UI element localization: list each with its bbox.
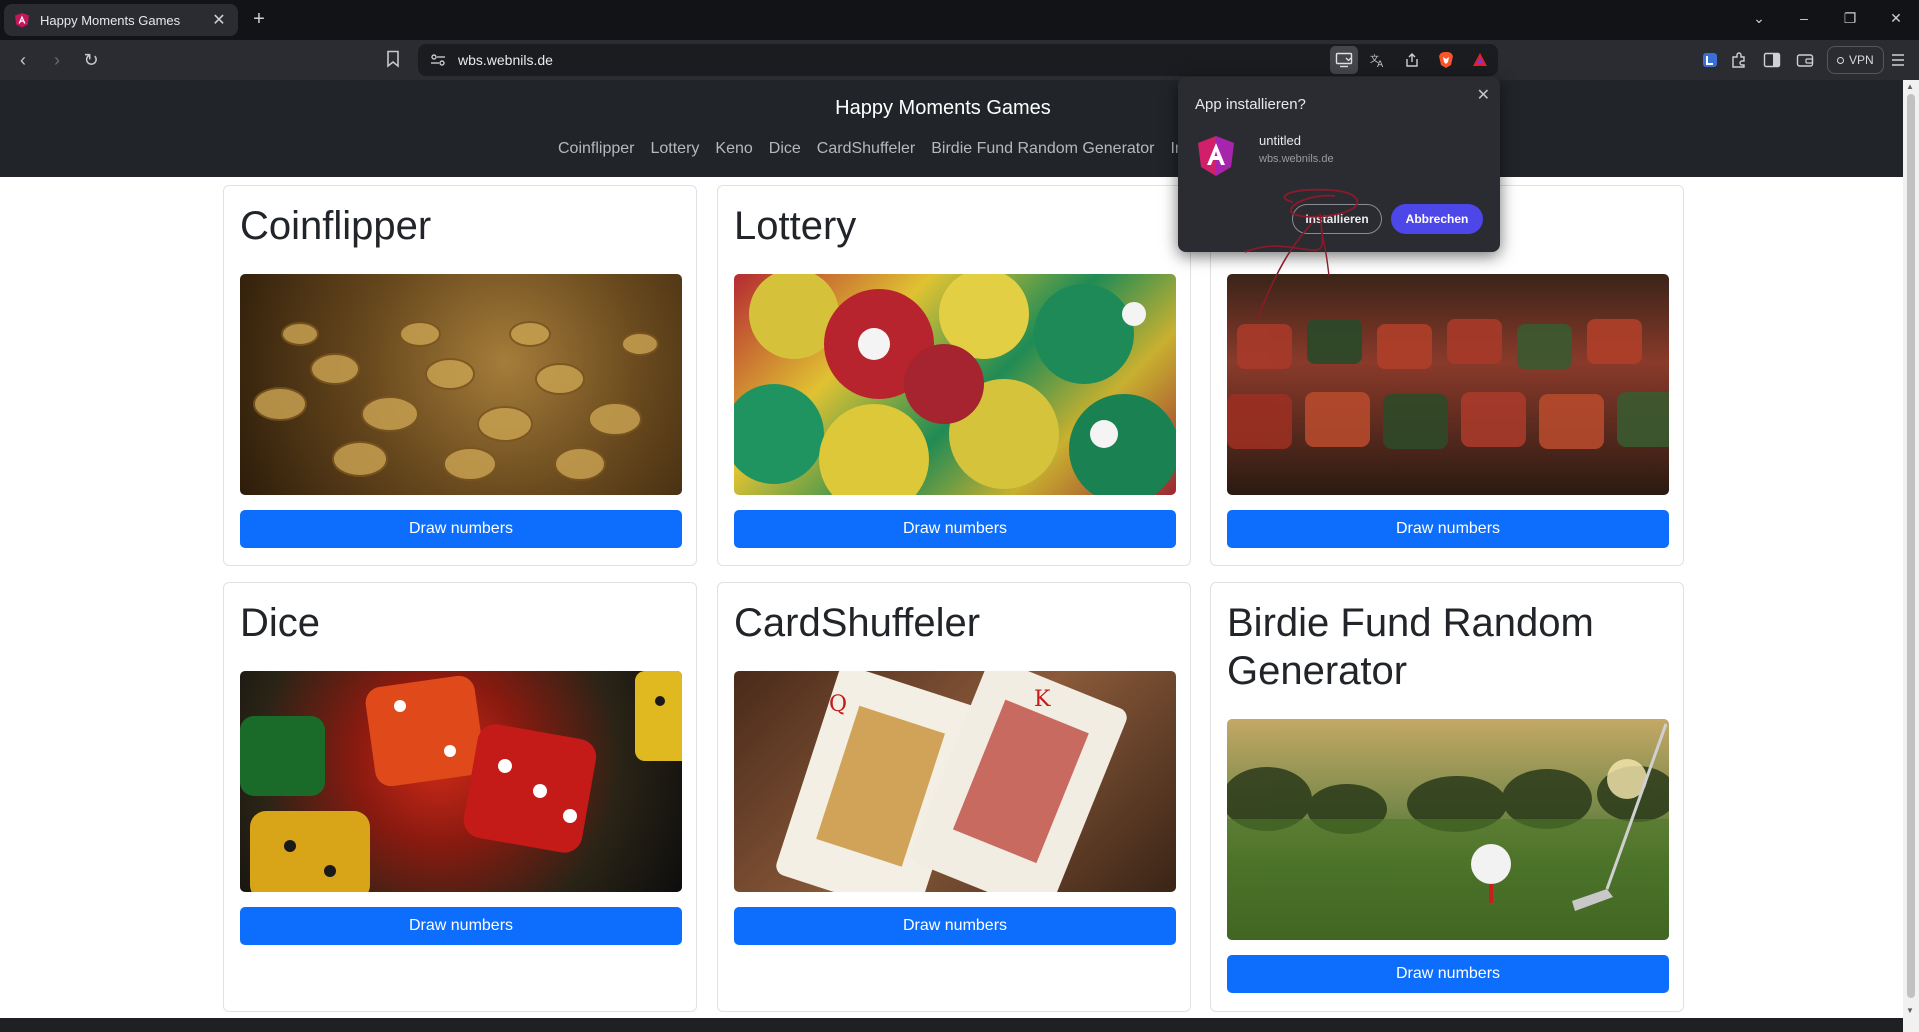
app-logo-icon (1198, 136, 1234, 176)
nav-link-dice[interactable]: Dice (769, 140, 801, 158)
svg-text:K: K (1034, 687, 1051, 712)
site-header: Happy Moments Games Coinflipper Lottery … (0, 80, 1903, 177)
minimize-icon[interactable]: – (1794, 10, 1814, 26)
draw-numbers-button[interactable]: Draw numbers (734, 510, 1176, 548)
app-name: untitled (1259, 133, 1301, 148)
card-title: Birdie Fund Random Generator (1227, 601, 1594, 693)
vpn-button[interactable]: VPN (1827, 46, 1884, 74)
brave-rewards-icon[interactable] (1466, 46, 1494, 74)
site-info-icon[interactable] (430, 53, 446, 67)
wallet-icon[interactable] (1794, 49, 1816, 71)
vpn-status-icon (1837, 56, 1844, 64)
draw-numbers-button[interactable]: Draw numbers (1227, 955, 1669, 993)
game-card-coinflipper: Coinflipper Draw numbers (223, 185, 697, 566)
angular-favicon-icon (15, 13, 29, 28)
svg-text:A: A (1377, 60, 1384, 68)
address-bar-actions: 文A (1330, 46, 1498, 74)
card-image-golf (1227, 719, 1669, 940)
site-nav: Coinflipper Lottery Keno Dice CardShuffe… (558, 140, 1188, 158)
vpn-label: VPN (1849, 53, 1874, 67)
draw-numbers-button[interactable]: Draw numbers (734, 907, 1176, 945)
page-scrollbar[interactable]: ▲ ▼ (1903, 80, 1919, 1018)
install-app-icon[interactable] (1330, 46, 1358, 74)
extension-badge-icon[interactable] (1699, 49, 1721, 71)
game-card-dice: Dice Draw numbers (223, 582, 697, 1012)
app-url: wbs.webnils.de (1259, 153, 1334, 165)
address-bar[interactable]: wbs.webnils.de 文A (418, 44, 1498, 76)
browser-window: Happy Moments Games ✕ + ⌄ – ❐ ✕ ‹ › ↻ wb… (0, 0, 1919, 1032)
card-image-coins (240, 274, 682, 495)
install-dialog-title: App installieren? (1195, 96, 1306, 113)
tab-title: Happy Moments Games (40, 12, 181, 28)
tab-close-icon[interactable]: ✕ (210, 10, 228, 30)
page-viewport: Happy Moments Games Coinflipper Lottery … (0, 80, 1903, 1018)
nav-link-cardshuffeler[interactable]: CardShuffeler (817, 140, 915, 158)
annotation-circle-mark (1244, 188, 1359, 321)
card-image-lottery-balls (734, 274, 1176, 495)
game-card-birdie-fund: Birdie Fund Random Generator Draw number… (1210, 582, 1684, 1012)
tab-search-chevron-icon[interactable]: ⌄ (1749, 10, 1769, 27)
close-window-icon[interactable]: ✕ (1886, 10, 1906, 27)
reload-icon[interactable]: ↻ (79, 49, 103, 71)
game-card-cardshuffeler: CardShuffeler Q K Draw numbers (717, 582, 1191, 1012)
draw-numbers-button[interactable]: Draw numbers (240, 510, 682, 548)
new-tab-icon[interactable]: + (248, 8, 270, 30)
scrollbar-thumb[interactable] (1907, 94, 1915, 998)
share-icon[interactable] (1398, 46, 1426, 74)
brave-shields-icon[interactable] (1432, 46, 1460, 74)
url-text[interactable]: wbs.webnils.de (458, 52, 553, 68)
draw-numbers-button[interactable]: Draw numbers (1227, 510, 1669, 548)
cancel-button[interactable]: Abbrechen (1391, 204, 1483, 234)
browser-tab[interactable]: Happy Moments Games ✕ (4, 4, 238, 36)
scroll-down-arrow-icon[interactable]: ▼ (1906, 1006, 1914, 1015)
card-image-playing-cards: Q K (734, 671, 1176, 892)
bookmark-icon[interactable] (386, 50, 400, 68)
nav-link-birdie-fund[interactable]: Birdie Fund Random Generator (931, 140, 1154, 158)
restore-icon[interactable]: ❐ (1840, 10, 1860, 27)
nav-link-coinflipper[interactable]: Coinflipper (558, 140, 634, 158)
game-card-lottery: Lottery Draw numbers (717, 185, 1191, 566)
scroll-up-arrow-icon[interactable]: ▲ (1906, 82, 1914, 91)
nav-link-keno[interactable]: Keno (715, 140, 752, 158)
extensions-puzzle-icon[interactable] (1728, 49, 1750, 71)
card-title: Coinflipper (240, 204, 432, 248)
back-icon[interactable]: ‹ (11, 49, 35, 71)
card-title: Lottery (734, 204, 857, 248)
card-title: Dice (240, 601, 321, 645)
browser-menu-icon[interactable] (1887, 49, 1909, 71)
dialog-close-icon[interactable]: ✕ (1477, 85, 1490, 105)
forward-icon[interactable]: › (45, 49, 69, 71)
draw-numbers-button[interactable]: Draw numbers (240, 907, 682, 945)
card-title: CardShuffeler (734, 601, 981, 645)
translate-icon[interactable]: 文A (1364, 46, 1392, 74)
browser-toolbar: ‹ › ↻ wbs.webnils.de 文A VPN (0, 40, 1919, 80)
tab-strip: Happy Moments Games ✕ + ⌄ – ❐ ✕ (0, 0, 1919, 40)
bottom-edge-bar (0, 1018, 1903, 1032)
nav-link-lottery[interactable]: Lottery (650, 140, 699, 158)
site-title[interactable]: Happy Moments Games (0, 97, 1886, 120)
sidebar-toggle-icon[interactable] (1761, 49, 1783, 71)
card-image-dice (240, 671, 682, 892)
svg-text:Q: Q (829, 692, 847, 717)
